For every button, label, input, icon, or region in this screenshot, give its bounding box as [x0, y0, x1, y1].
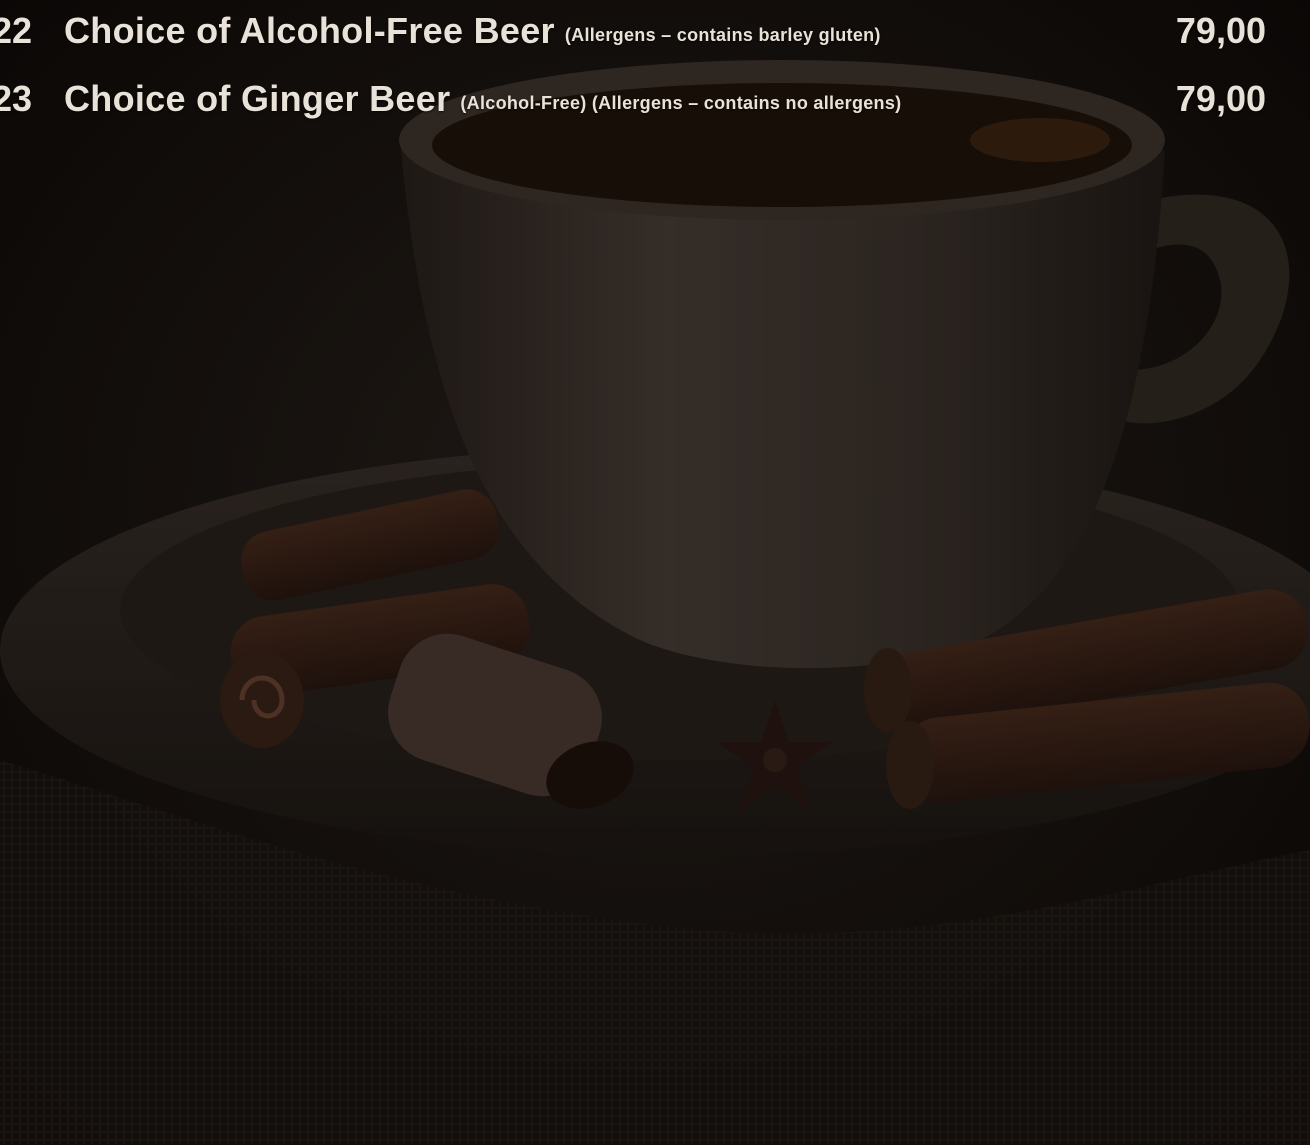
menu-item-22: 22 Choice of Alcohol-Free Beer (Allergens…: [0, 0, 1282, 60]
item-name: Choice of Alcohol-Free Beer (Allergens – …: [64, 10, 881, 52]
allergen-note: (Alcohol-Free) (Allergens – contains no …: [460, 93, 902, 113]
menu-item-23: 23 Choice of Ginger Beer (Alcohol-Free) (…: [0, 68, 1282, 128]
item-name: Choice of Ginger Beer (Alcohol-Free) (All…: [64, 78, 901, 120]
item-name-text: Choice of Alcohol-Free Beer: [64, 10, 555, 51]
item-name-text: Choice of Ginger Beer: [64, 78, 451, 119]
item-price: 79,00: [1175, 10, 1266, 51]
allergen-note: (Allergens – contains barley gluten): [564, 25, 881, 45]
menu-page: 22 Choice of Alcohol-Free Beer (Allergens…: [0, 0, 1310, 1145]
item-price: 79,00: [1175, 78, 1266, 119]
background-photo: [0, 0, 1310, 1145]
dim-overlay: [0, 0, 1310, 1145]
item-number: 23: [0, 78, 33, 119]
item-number: 22: [0, 10, 33, 51]
